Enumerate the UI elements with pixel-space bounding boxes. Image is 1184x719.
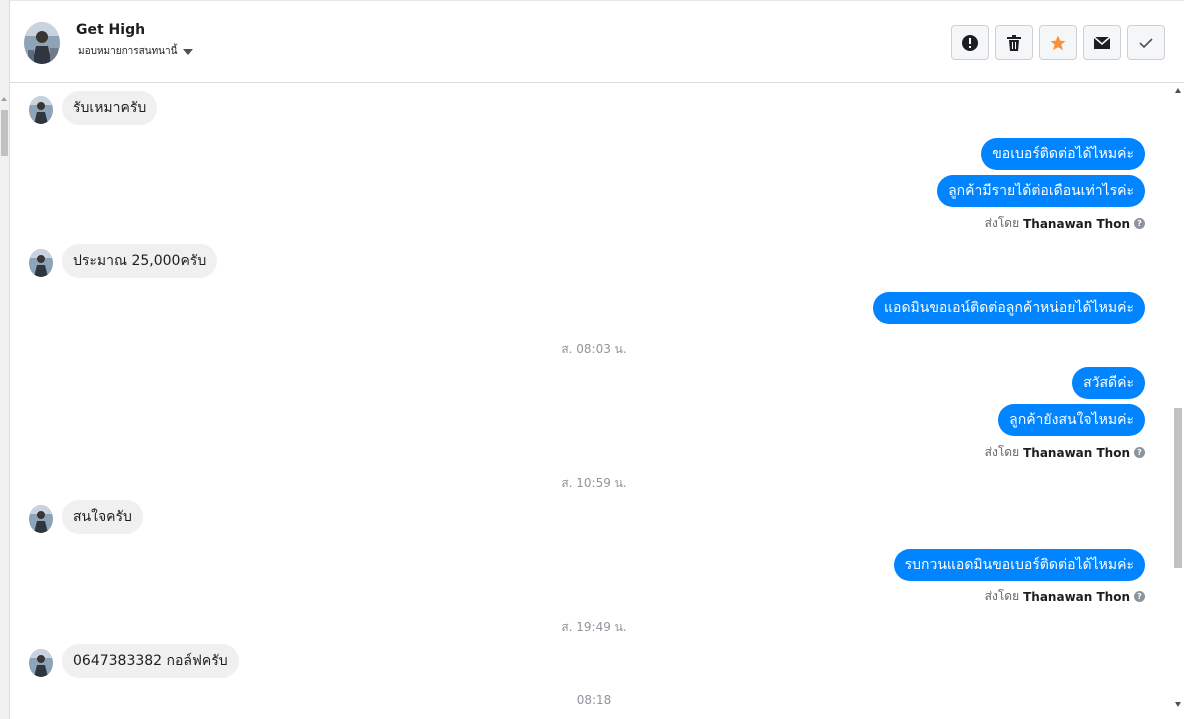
incoming-message[interactable]: ประมาณ 25,000ครับ bbox=[62, 244, 218, 278]
sent-by-label: ส่งโดย Thanawan Thon ? bbox=[985, 587, 1145, 606]
sent-by-agent[interactable]: Thanawan Thon bbox=[1023, 446, 1130, 460]
incoming-message[interactable]: 0647383382 กอล์ฟครับ bbox=[62, 644, 239, 678]
outgoing-message[interactable]: สวัสดีค่ะ bbox=[1072, 367, 1145, 399]
sent-by-prefix: ส่งโดย bbox=[984, 589, 1020, 603]
contact-avatar-small[interactable] bbox=[29, 505, 53, 533]
contact-avatar[interactable] bbox=[24, 22, 60, 64]
contact-avatar-small[interactable] bbox=[29, 96, 53, 124]
star-icon bbox=[1050, 35, 1066, 50]
check-icon bbox=[1139, 37, 1153, 48]
sent-by-agent[interactable]: Thanawan Thon bbox=[1023, 590, 1130, 604]
thread-scrollbar[interactable] bbox=[1172, 84, 1184, 719]
sent-by-prefix: ส่งโดย bbox=[984, 445, 1020, 459]
timestamp: ส. 10:59 น. bbox=[561, 476, 627, 490]
delete-button[interactable] bbox=[995, 25, 1033, 60]
alert-icon bbox=[962, 34, 978, 51]
scrollbar-thumb[interactable] bbox=[1174, 408, 1182, 568]
incoming-message[interactable]: รับเหมาครับ bbox=[62, 91, 158, 125]
help-icon[interactable]: ? bbox=[1134, 591, 1145, 602]
conversation-actions bbox=[951, 25, 1165, 60]
sent-by-prefix: ส่งโดย bbox=[984, 216, 1020, 230]
conversation-header: Get High มอบหมายการสนทนานี้ bbox=[10, 0, 1184, 83]
contact-name[interactable]: Get High bbox=[76, 22, 145, 38]
outgoing-message[interactable]: ลูกค้ามีรายได้ต่อเดือนเท่าไรค่ะ bbox=[937, 175, 1145, 207]
star-button[interactable] bbox=[1039, 25, 1077, 60]
scroll-up-arrow-icon[interactable] bbox=[1175, 88, 1181, 93]
scrollbar-thumb[interactable] bbox=[1, 110, 8, 156]
sent-by-label: ส่งโดย Thanawan Thon ? bbox=[985, 214, 1145, 233]
incoming-message[interactable]: สนใจครับ bbox=[62, 500, 143, 534]
contact-avatar-small[interactable] bbox=[29, 249, 53, 277]
assign-conversation-dropdown[interactable]: มอบหมายการสนทนานี้ bbox=[78, 44, 194, 59]
assign-label: มอบหมายการสนทนานี้ bbox=[78, 46, 178, 57]
contact-avatar-small[interactable] bbox=[29, 649, 53, 677]
mark-unread-button[interactable] bbox=[1083, 25, 1121, 60]
sent-by-agent[interactable]: Thanawan Thon bbox=[1023, 217, 1130, 231]
message-thread[interactable]: รับเหมาครับ ขอเบอร์ติดต่อได้ไหมค่ะ ลูกค้… bbox=[10, 84, 1172, 719]
outgoing-message[interactable]: ลูกค้ายังสนใจไหมค่ะ bbox=[998, 404, 1145, 436]
timestamp: ส. 08:03 น. bbox=[561, 342, 627, 356]
timestamp: ส. 19:49 น. bbox=[561, 620, 627, 634]
left-scrollbar[interactable] bbox=[0, 0, 10, 719]
mark-spam-button[interactable] bbox=[951, 25, 989, 60]
inbox-conversation: Get High มอบหมายการสนทนานี้ รับเหมาครับ … bbox=[0, 0, 1184, 719]
trash-icon bbox=[1007, 34, 1021, 51]
mark-done-button[interactable] bbox=[1127, 25, 1165, 60]
help-icon[interactable]: ? bbox=[1134, 218, 1145, 229]
scroll-down-arrow-icon[interactable] bbox=[1175, 702, 1181, 707]
outgoing-message[interactable]: รบกวนแอดมินขอเบอร์ติดต่อได้ไหมค่ะ bbox=[893, 549, 1145, 581]
scroll-up-arrow-icon[interactable] bbox=[1, 97, 7, 101]
caret-down-icon bbox=[183, 48, 194, 55]
help-icon[interactable]: ? bbox=[1134, 447, 1145, 458]
outgoing-message[interactable]: แอดมินขอเอน์ติดต่อลูกค้าหน่อยได้ไหมค่ะ bbox=[873, 292, 1145, 324]
timestamp: 08:18 bbox=[576, 693, 612, 707]
envelope-icon bbox=[1093, 35, 1111, 49]
outgoing-message[interactable]: ขอเบอร์ติดต่อได้ไหมค่ะ bbox=[981, 138, 1145, 170]
sent-by-label: ส่งโดย Thanawan Thon ? bbox=[985, 443, 1145, 462]
